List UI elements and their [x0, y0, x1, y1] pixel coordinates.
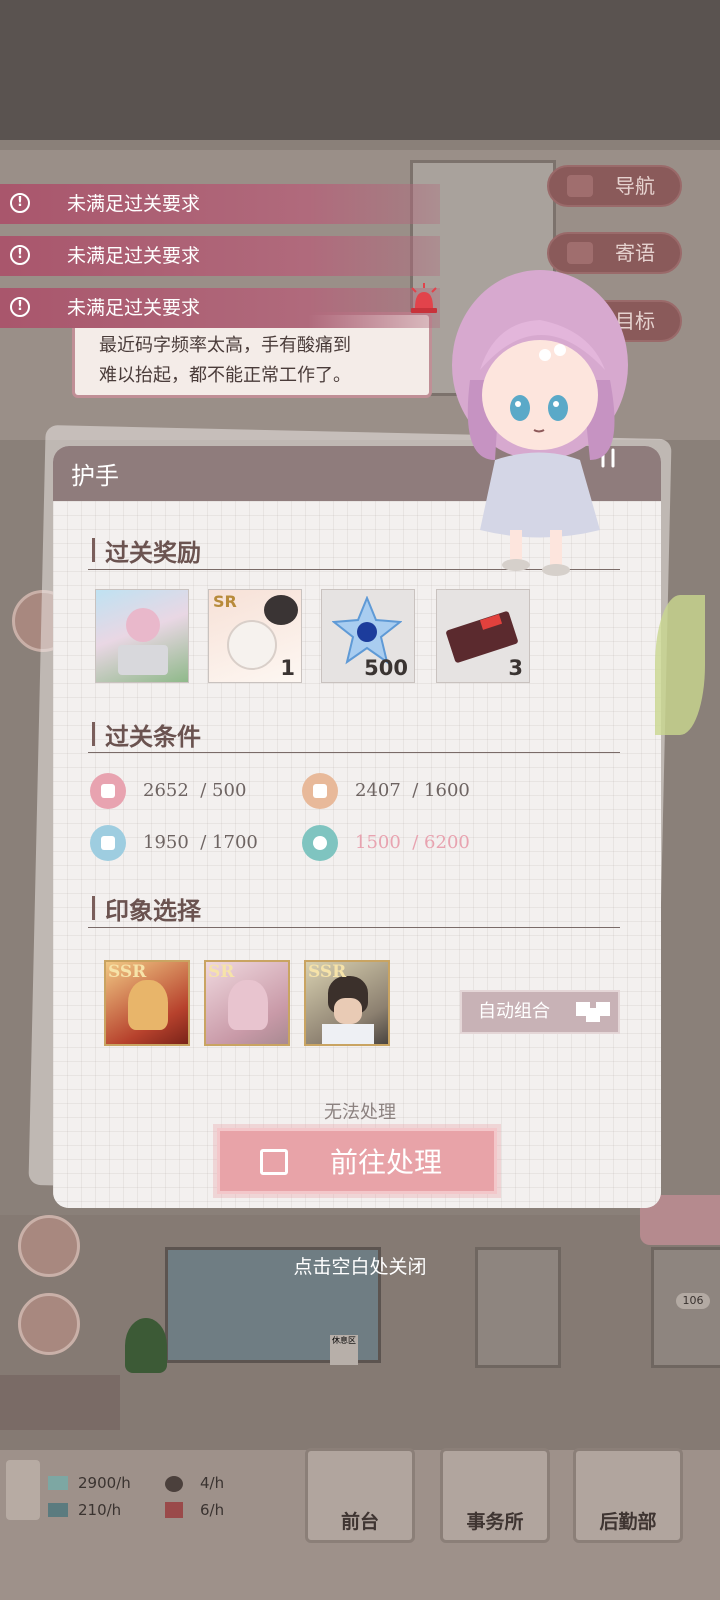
- map-icon: [567, 175, 593, 197]
- book-icon: [48, 1503, 68, 1517]
- reward-count: 1: [280, 656, 295, 680]
- money-icon: [48, 1476, 68, 1490]
- resource-fans: 4/h: [200, 1474, 225, 1492]
- rewards-title: 过关奖励: [105, 538, 201, 567]
- dialog-line-1: 最近码字频率太高，手有酸痛到: [99, 335, 351, 356]
- rarity-badge: SR: [208, 962, 235, 982]
- resource-money: 2900/h: [78, 1474, 131, 1492]
- nav-guide-button[interactable]: 导航: [547, 165, 682, 207]
- exclamation-icon: !: [10, 193, 30, 213]
- flower-icon: [302, 825, 338, 861]
- tab-office[interactable]: 事务所: [440, 1448, 550, 1543]
- grid-icon: [596, 1002, 610, 1016]
- reward-count: 500: [364, 656, 408, 680]
- resource-book: 210/h: [78, 1501, 122, 1519]
- reward-red-ticket[interactable]: 3: [436, 589, 530, 683]
- toast-notification: ! 未满足过关要求: [0, 236, 440, 276]
- fitness-icon: [90, 773, 126, 809]
- resource-gift: 6/h: [200, 1501, 225, 1519]
- reward-blue-gem[interactable]: 500: [321, 589, 415, 683]
- tab-front-desk[interactable]: 前台: [305, 1448, 415, 1543]
- section-marker: [92, 896, 95, 920]
- dialog-line-2: 难以抬起，都不能正常工作了。: [99, 365, 351, 386]
- impression-card-ssr[interactable]: SSR: [304, 960, 390, 1046]
- go-handle-button[interactable]: 前往处理: [217, 1128, 497, 1194]
- plant: [125, 1318, 167, 1373]
- rest-area-sign: 休息区: [330, 1335, 358, 1365]
- section-marker: [92, 722, 95, 746]
- room-number: 106: [676, 1293, 710, 1309]
- chibi-character: [452, 270, 628, 576]
- side-avatar-bubble[interactable]: [18, 1293, 80, 1355]
- top-margin: [0, 0, 720, 140]
- condition-person: 2407 / 1600: [355, 780, 470, 801]
- enter-icon: [260, 1149, 288, 1175]
- exclamation-icon: !: [10, 245, 30, 265]
- rug: [0, 1375, 120, 1430]
- rarity-badge: SSR: [308, 962, 347, 982]
- toast-notification: ! 未满足过关要求: [0, 288, 440, 328]
- section-marker: [92, 538, 95, 562]
- status-text: 无法处理: [324, 1102, 396, 1123]
- condition-fitness: 2652 / 500: [143, 780, 247, 801]
- education-icon: [90, 825, 126, 861]
- fans-icon: [165, 1476, 183, 1492]
- exclamation-icon: !: [10, 297, 30, 317]
- condition-flower-unmet: 1500 / 6200: [355, 832, 470, 853]
- person-icon: [302, 773, 338, 809]
- divider: [88, 927, 620, 928]
- impression-title: 印象选择: [105, 896, 201, 925]
- impression-card-sr[interactable]: SR: [204, 960, 290, 1046]
- divider: [88, 752, 620, 753]
- reward-card[interactable]: [95, 589, 189, 683]
- rarity-badge: SR: [213, 592, 237, 611]
- panel-title: 护手: [71, 462, 119, 490]
- condition-education: 1950 / 1700: [143, 832, 258, 853]
- conditions-title: 过关条件: [105, 722, 201, 751]
- close-hint[interactable]: 点击空白处关闭: [0, 1252, 720, 1279]
- auto-combine-button[interactable]: 自动组合: [460, 990, 620, 1034]
- reward-count: 3: [508, 656, 523, 680]
- reward-sr-cat[interactable]: SR 1: [208, 589, 302, 683]
- gift-icon: [165, 1502, 183, 1518]
- rarity-badge: SSR: [108, 962, 147, 982]
- scroll-icon[interactable]: [6, 1460, 40, 1520]
- leaf-decoration: [655, 595, 705, 735]
- tab-logistics[interactable]: 后勤部: [573, 1448, 683, 1543]
- impression-card-ssr[interactable]: SSR: [104, 960, 190, 1046]
- toast-notification: ! 未满足过关要求: [0, 184, 440, 224]
- alarm-icon: [411, 283, 437, 313]
